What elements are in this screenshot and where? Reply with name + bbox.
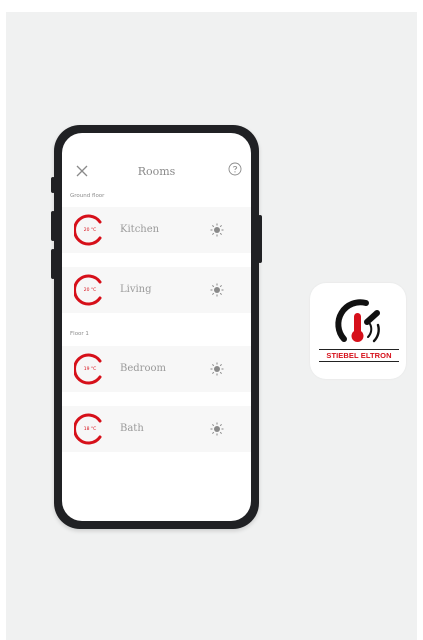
brand-name: STIEBEL ELTRON xyxy=(326,351,392,360)
brand-divider-top xyxy=(319,349,399,350)
sun-icon[interactable] xyxy=(209,361,225,377)
room-name: Bath xyxy=(120,423,144,434)
phone-button-volume-down xyxy=(51,249,55,279)
sun-icon[interactable] xyxy=(209,421,225,437)
help-icon[interactable] xyxy=(228,162,242,176)
room-temperature: 19 °C xyxy=(83,366,97,372)
phone-button-volume-up xyxy=(51,211,55,241)
room-row-kitchen[interactable]: 20 °C Kitchen xyxy=(62,207,251,253)
phone-button-power xyxy=(258,215,262,263)
page-title: Rooms xyxy=(137,165,176,178)
brand-divider-bottom xyxy=(319,361,399,362)
room-name: Living xyxy=(120,284,152,295)
thermometer-gauge-logo-icon xyxy=(335,299,380,343)
phone-mockup: Rooms Ground floor 20 °C Kitchen 20 °C L… xyxy=(51,125,262,529)
app-icon[interactable]: STIEBEL ELTRON xyxy=(310,283,406,379)
sun-icon[interactable] xyxy=(209,222,225,238)
room-row-bedroom[interactable]: 19 °C Bedroom xyxy=(62,346,251,392)
section-label-ground-floor: Ground floor xyxy=(70,193,105,199)
phone-screen: Rooms Ground floor 20 °C Kitchen 20 °C L… xyxy=(62,133,251,521)
room-row-bath[interactable]: 18 °C Bath xyxy=(62,406,251,452)
room-row-living[interactable]: 20 °C Living xyxy=(62,267,251,313)
section-label-floor-1: Floor 1 xyxy=(70,331,89,337)
room-temperature: 20 °C xyxy=(83,287,97,293)
sun-icon[interactable] xyxy=(209,282,225,298)
phone-button-mute xyxy=(51,177,55,193)
room-temperature: 18 °C xyxy=(83,426,97,432)
room-name: Kitchen xyxy=(120,224,160,235)
room-temperature: 20 °C xyxy=(83,227,97,233)
top-bar: Rooms xyxy=(62,133,251,185)
room-name: Bedroom xyxy=(120,363,166,374)
